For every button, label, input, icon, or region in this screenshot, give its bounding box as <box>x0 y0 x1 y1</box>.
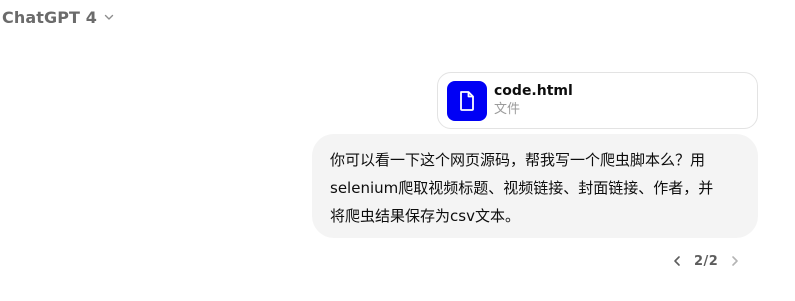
file-meta: code.html 文件 <box>494 82 573 119</box>
message-line-2: selenium爬取视频标题、视频链接、封面链接、作者，并 <box>330 179 714 197</box>
message-line-3: 将爬虫结果保存为csv文本。 <box>330 207 520 225</box>
file-type: 文件 <box>494 102 521 117</box>
model-name: ChatGPT 4 <box>2 7 97 27</box>
document-icon <box>447 80 487 121</box>
version-counter: 2/2 <box>694 253 719 269</box>
previous-version-button[interactable] <box>668 251 686 271</box>
chevron-left-icon <box>674 256 680 266</box>
chat-view: ChatGPT 4 code.html 文件 你可以看一下这个网页源码，帮我写一… <box>0 0 795 301</box>
file-attachment-card[interactable]: code.html 文件 <box>437 72 758 129</box>
message-line-1: 你可以看一下这个网页源码，帮我写一个爬虫脚本么？用 <box>330 151 706 169</box>
user-message-bubble: 你可以看一下这个网页源码，帮我写一个爬虫脚本么？用 selenium爬取视频标题… <box>312 134 758 238</box>
chevron-right-icon <box>732 256 739 266</box>
next-version-button[interactable] <box>726 251 744 271</box>
message-version-pager: 2/2 <box>668 250 744 272</box>
file-name: code.html <box>494 83 573 99</box>
chevron-down-icon <box>103 11 115 23</box>
model-selector[interactable]: ChatGPT 4 <box>2 4 115 30</box>
